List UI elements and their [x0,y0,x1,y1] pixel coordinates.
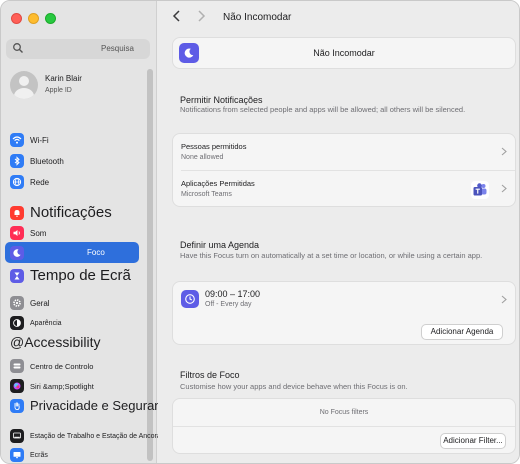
appearance-icon [10,316,24,330]
search-input[interactable]: Pesquisa [6,39,150,59]
sidebar-item-label: Centro de Controlo [30,361,94,371]
allowed-people-row[interactable]: Pessoas permitidos None allowed [173,134,515,170]
apple-id-profile[interactable]: Karin Blair Apple ID [10,71,82,99]
sidebar-item-label: Tempo de Ecrã [30,267,131,284]
settings-window: Pesquisa Karin Blair Apple ID Wi-Fi Blue… [0,0,520,464]
search-placeholder: Pesquisa [101,44,134,53]
sidebar-item-aparencia[interactable]: Aparência [10,316,62,330]
siri-icon [10,379,24,393]
minimize-button[interactable] [28,13,39,24]
sidebar-item-label: Privacidade e Segurança [30,398,176,413]
gear-icon [10,296,24,310]
hourglass-icon [10,268,24,283]
profile-subtitle: Apple ID [45,87,72,94]
bell-icon [10,205,24,220]
sidebar-item-estacao-de-trabalho[interactable]: Estação de Trabalho e Estação de Ancorag… [10,429,174,443]
sidebar-item-som[interactable]: Som [10,226,46,240]
speaker-icon [10,226,24,240]
allowed-list-card: Pessoas permitidos None allowed Aplicaçõ… [172,133,516,207]
focus-filters-card: No Focus filters Adicionar Filter... [172,398,516,454]
schedule-card: 09:00 – 17:00 Off - Every day Adicionar … [172,281,516,345]
sidebar-item-bluetooth[interactable]: Bluetooth [10,154,64,168]
sidebar-item-centro-de-controlo[interactable]: Centro de Controlo [10,359,93,373]
sidebar-item-rede[interactable]: Rede [10,175,49,189]
allow-notifications-description: Notifications from selected people and a… [180,105,466,114]
allow-notifications-title: Permitir Notificações [180,95,263,105]
focus-header-card: Não Incomodar [172,37,516,69]
bluetooth-icon [10,154,24,168]
window-controls [11,13,56,24]
sidebar-item-label: Foco [87,248,105,257]
avatar [10,71,38,99]
focus-filters-description: Customise how your apps and device behav… [180,382,408,391]
sidebar-item-label: Ecrãs [30,451,48,459]
allowed-apps-title: Aplicações Permitidas [181,179,255,188]
sidebar-item-label: Rede [30,177,50,187]
allowed-apps-row[interactable]: Aplicações Permitidas Microsoft Teams [173,171,515,207]
microsoft-teams-icon [471,181,489,199]
back-arrow-icon[interactable] [172,9,182,23]
calendar-clock-icon [181,290,199,308]
zoom-button[interactable] [45,13,56,24]
sidebar-item-label: @Accessibility [10,334,101,350]
navigation-controls [172,9,206,23]
wifi-icon [10,133,24,147]
sidebar: Pesquisa Karin Blair Apple ID Wi-Fi Blue… [1,1,175,463]
sidebar-item-wifi[interactable]: Wi-Fi [10,133,49,147]
allowed-people-title: Pessoas permitidos [181,142,247,151]
moon-icon [10,245,24,260]
sidebar-item-siri-spotlight[interactable]: Siri &amp;Spotlight [10,379,94,393]
page-title: Não Incomodar [223,12,292,23]
allowed-people-value: None allowed [181,154,224,161]
forward-arrow-icon[interactable] [196,9,206,23]
main-pane: Não Incomodar Não Incomodar Permitir Not… [158,1,519,463]
schedule-time: 09:00 – 17:00 [205,289,261,299]
chevron-right-icon [501,295,507,304]
sidebar-item-label: Geral [30,298,50,308]
schedule-days: Off - Every day [205,301,252,308]
chevron-right-icon [501,184,507,193]
allowed-apps-value: Microsoft Teams [181,191,232,198]
focus-name: Não Incomodar [313,48,375,58]
sidebar-item-foco[interactable]: Foco [5,242,139,263]
sidebar-item-tempo-de-ecra[interactable]: Tempo de Ecrã [10,267,131,284]
search-icon [13,43,23,53]
no-filters-text: No Focus filters [319,409,369,416]
sidebar-item-label: Wi-Fi [30,135,49,145]
sidebar-item-privacidade[interactable]: Privacidade e Segurança [10,398,175,413]
profile-name: Karin Blair [45,74,82,83]
hand-icon [10,398,24,413]
schedule-description: Have this Focus turn on automatically at… [180,251,483,260]
control-center-icon [10,359,24,373]
divider [173,426,515,427]
globe-icon [10,175,24,189]
sidebar-item-label: Notificações [30,204,112,221]
sidebar-item-ecras[interactable]: Ecrãs [10,448,48,462]
sidebar-item-label: Aparência [30,319,62,327]
chevron-right-icon [501,147,507,156]
sidebar-item-geral[interactable]: Geral [10,296,50,310]
sidebar-item-label: Som [30,228,47,238]
schedule-row[interactable]: 09:00 – 17:00 Off - Every day [173,282,515,316]
focus-filters-title: Filtros de Foco [180,370,240,380]
close-button[interactable] [11,13,22,24]
sidebar-item-label: Bluetooth [30,156,64,166]
sidebar-item-accessibility[interactable]: @Accessibility [10,334,100,350]
add-filter-button[interactable]: Adicionar Filter... [440,433,506,449]
dock-icon [10,429,24,443]
schedule-title: Definir uma Agenda [180,240,260,250]
display-icon [10,448,24,462]
add-schedule-button[interactable]: Adicionar Agenda [421,324,503,340]
sidebar-item-label: Siri &amp;Spotlight [30,381,94,391]
sidebar-item-notificacoes[interactable]: Notificações [10,204,112,221]
sidebar-item-label: Estação de Trabalho e Estação de Ancorag… [30,432,175,440]
